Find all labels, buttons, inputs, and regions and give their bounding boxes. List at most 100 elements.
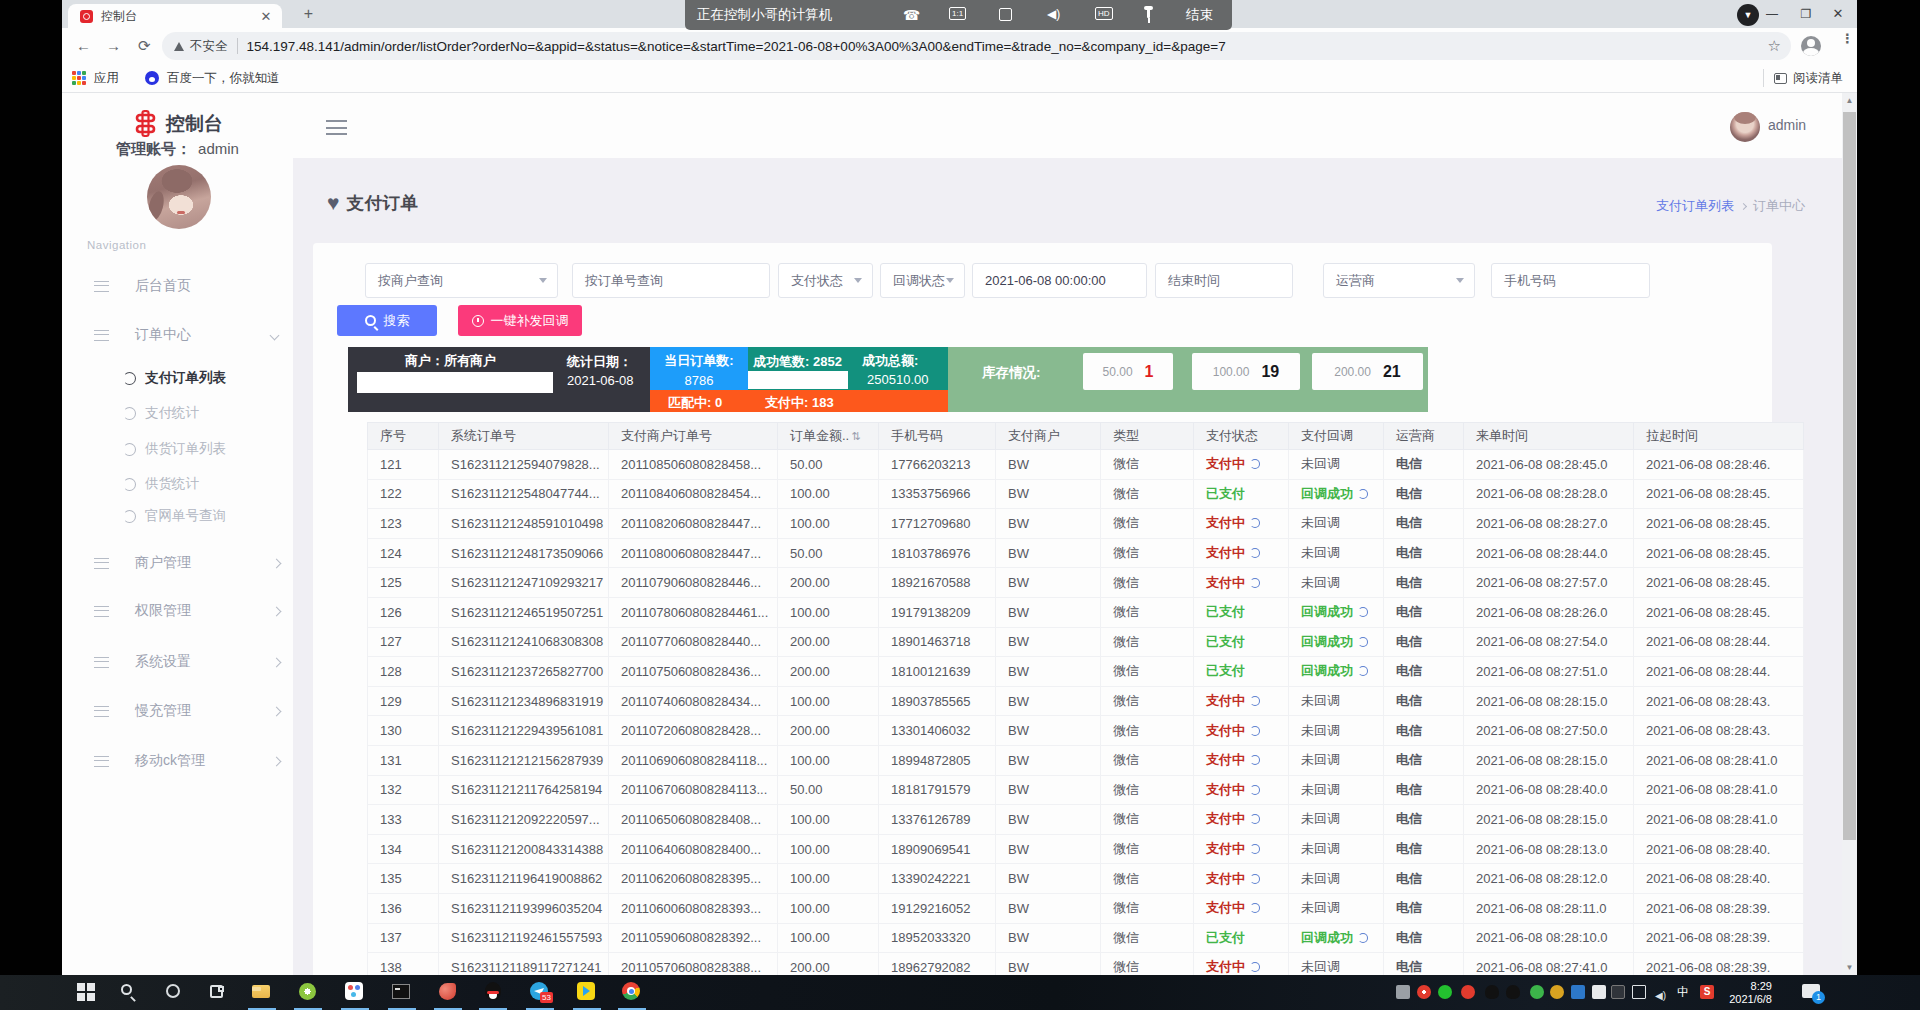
- resend-callback-button[interactable]: 一键补发回调: [458, 305, 582, 336]
- filter-field[interactable]: 手机号码: [1491, 263, 1650, 298]
- tray-qq-tray2-icon[interactable]: [1506, 985, 1520, 999]
- refresh-icon[interactable]: [1250, 903, 1260, 913]
- breadcrumb-link[interactable]: 支付订单列表: [1656, 198, 1734, 213]
- taskbar-clock[interactable]: 8:292021/6/8: [1729, 980, 1772, 1006]
- tray-s-red-icon[interactable]: S: [1700, 985, 1714, 999]
- scrollbar-thumb[interactable]: [1843, 112, 1856, 840]
- profile-icon[interactable]: [1801, 36, 1821, 56]
- taskbar-qq-icon[interactable]: [483, 982, 503, 1002]
- remote-end-button[interactable]: 结束: [1186, 6, 1213, 24]
- bookmark-star-icon[interactable]: ☆: [1768, 37, 1781, 55]
- refresh-icon[interactable]: [1250, 844, 1260, 854]
- taskbar-chrome-icon[interactable]: [622, 982, 642, 1002]
- url-text[interactable]: 154.197.48.141/admin/order/listOrder?ord…: [247, 39, 1226, 54]
- tray-ime-icon[interactable]: 中: [1676, 985, 1690, 999]
- tray-volume-icon[interactable]: ◀): [1655, 985, 1669, 999]
- address-bar[interactable]: 不安全 154.197.48.141/admin/order/listOrder…: [162, 32, 1791, 60]
- refresh-icon[interactable]: [1250, 696, 1260, 706]
- column-header[interactable]: 订单金额..⇅: [778, 423, 879, 450]
- security-label[interactable]: 不安全: [190, 38, 228, 55]
- sidebar-item[interactable]: 供货统计: [62, 474, 293, 494]
- refresh-icon[interactable]: [1250, 726, 1260, 736]
- filter-field[interactable]: 结束时间: [1155, 263, 1293, 298]
- baidu-favicon[interactable]: [145, 71, 159, 85]
- filter-field[interactable]: 运营商: [1323, 263, 1475, 298]
- topbar-username[interactable]: admin: [1768, 117, 1806, 133]
- taskbar-sunlogin-icon[interactable]: [345, 982, 365, 1002]
- bookmark-baidu[interactable]: 百度一下，你就知道: [167, 70, 280, 87]
- forward-button[interactable]: →: [106, 37, 121, 54]
- sidebar-item[interactable]: 供货订单列表: [62, 439, 293, 459]
- sidebar-item[interactable]: 后台首页: [62, 276, 293, 296]
- window-maximize-button[interactable]: ❐: [1789, 0, 1823, 28]
- refresh-icon[interactable]: [1250, 459, 1260, 469]
- page-scrollbar[interactable]: ▲ ▼: [1842, 93, 1857, 975]
- browser-tab[interactable]: 控制台 ✕: [68, 4, 282, 28]
- back-button[interactable]: ←: [76, 37, 91, 54]
- sidebar-item[interactable]: 支付订单列表: [62, 368, 293, 388]
- apps-grid-icon[interactable]: [72, 71, 86, 85]
- scroll-up-icon[interactable]: ▲: [1842, 93, 1857, 108]
- taskbar-task-view-icon[interactable]: [207, 982, 227, 1002]
- sidebar-item[interactable]: 商户管理: [62, 553, 293, 573]
- tray-red-app2-icon[interactable]: [1461, 985, 1475, 999]
- refresh-icon[interactable]: [1250, 874, 1260, 884]
- taskbar-cortana-icon[interactable]: [164, 982, 184, 1002]
- refresh-icon[interactable]: [1250, 518, 1260, 528]
- filter-field[interactable]: 支付状态: [778, 263, 873, 298]
- fullscreen-icon[interactable]: [999, 8, 1012, 21]
- taskbar-potplayer-icon[interactable]: [577, 982, 597, 1002]
- pin-icon[interactable]: [1147, 9, 1150, 18]
- new-tab-button[interactable]: +: [300, 6, 317, 23]
- filter-field[interactable]: 按订单号查询: [572, 263, 770, 298]
- taskbar-search-icon[interactable]: [119, 982, 139, 1002]
- sidebar-item[interactable]: 系统设置: [62, 652, 293, 672]
- refresh-icon[interactable]: [1250, 814, 1260, 824]
- tray-docs-tray-icon[interactable]: [1592, 985, 1606, 999]
- refresh-icon[interactable]: [1250, 785, 1260, 795]
- reload-button[interactable]: ⟳: [138, 37, 151, 55]
- tray-qq-tray-icon[interactable]: [1485, 985, 1499, 999]
- taskbar-explorer-icon[interactable]: [252, 982, 272, 1002]
- reading-list-button[interactable]: 阅读清单: [1763, 69, 1843, 87]
- volume-icon[interactable]: ◀): [1047, 7, 1060, 21]
- call-icon[interactable]: ☎: [903, 7, 920, 23]
- logo[interactable]: 控制台: [62, 110, 293, 137]
- tray-green-tray-icon[interactable]: [1530, 985, 1544, 999]
- refresh-icon[interactable]: [1250, 548, 1260, 558]
- stats-merchant-input[interactable]: [357, 372, 553, 393]
- bookmark-apps[interactable]: 应用: [94, 70, 119, 87]
- filter-field[interactable]: 2021-06-08 00:00:00: [972, 263, 1147, 298]
- filter-field[interactable]: 按商户查询: [365, 263, 558, 298]
- taskbar-safe360-icon[interactable]: [298, 982, 318, 1002]
- sidebar-avatar[interactable]: [147, 165, 211, 229]
- taskbar-terminal-icon[interactable]: [392, 982, 412, 1002]
- refresh-icon[interactable]: [1358, 666, 1368, 676]
- tray-gold-tray-icon[interactable]: [1550, 985, 1564, 999]
- sidebar-item[interactable]: 慢充管理: [62, 701, 293, 721]
- ratio-icon[interactable]: 1:1: [949, 7, 966, 20]
- window-minimize-button[interactable]: —: [1755, 0, 1789, 28]
- security-warning-icon[interactable]: [174, 42, 184, 51]
- tray-dark-tray-icon[interactable]: [1611, 985, 1625, 999]
- sidebar-item[interactable]: 订单中心: [62, 325, 293, 345]
- sidebar-item[interactable]: 权限管理: [62, 601, 293, 621]
- sidebar-item[interactable]: 支付统计: [62, 403, 293, 423]
- taskbar-foxmail-icon[interactable]: [438, 982, 458, 1002]
- tray-blue-tray-icon[interactable]: [1571, 985, 1585, 999]
- refresh-icon[interactable]: [1250, 962, 1260, 972]
- tray-network-icon[interactable]: [1632, 985, 1646, 999]
- sidebar-item[interactable]: 官网单号查询: [62, 506, 293, 526]
- hd-icon[interactable]: HD: [1095, 7, 1113, 20]
- search-button[interactable]: 搜索: [337, 305, 437, 336]
- topbar-avatar[interactable]: [1730, 112, 1760, 142]
- scroll-down-icon[interactable]: ▼: [1842, 960, 1857, 975]
- tray-red-app-icon[interactable]: [1417, 985, 1431, 999]
- sidebar-item[interactable]: 移动ck管理: [62, 751, 293, 771]
- tray-gray-app-icon[interactable]: [1396, 985, 1410, 999]
- taskbar-start-icon[interactable]: [76, 982, 96, 1002]
- menu-dots-icon[interactable]: ⋮: [1841, 35, 1845, 42]
- taskbar-telegram-icon[interactable]: 53: [530, 982, 550, 1002]
- stats-success-input[interactable]: [748, 371, 848, 389]
- filter-field[interactable]: 回调状态: [880, 263, 965, 298]
